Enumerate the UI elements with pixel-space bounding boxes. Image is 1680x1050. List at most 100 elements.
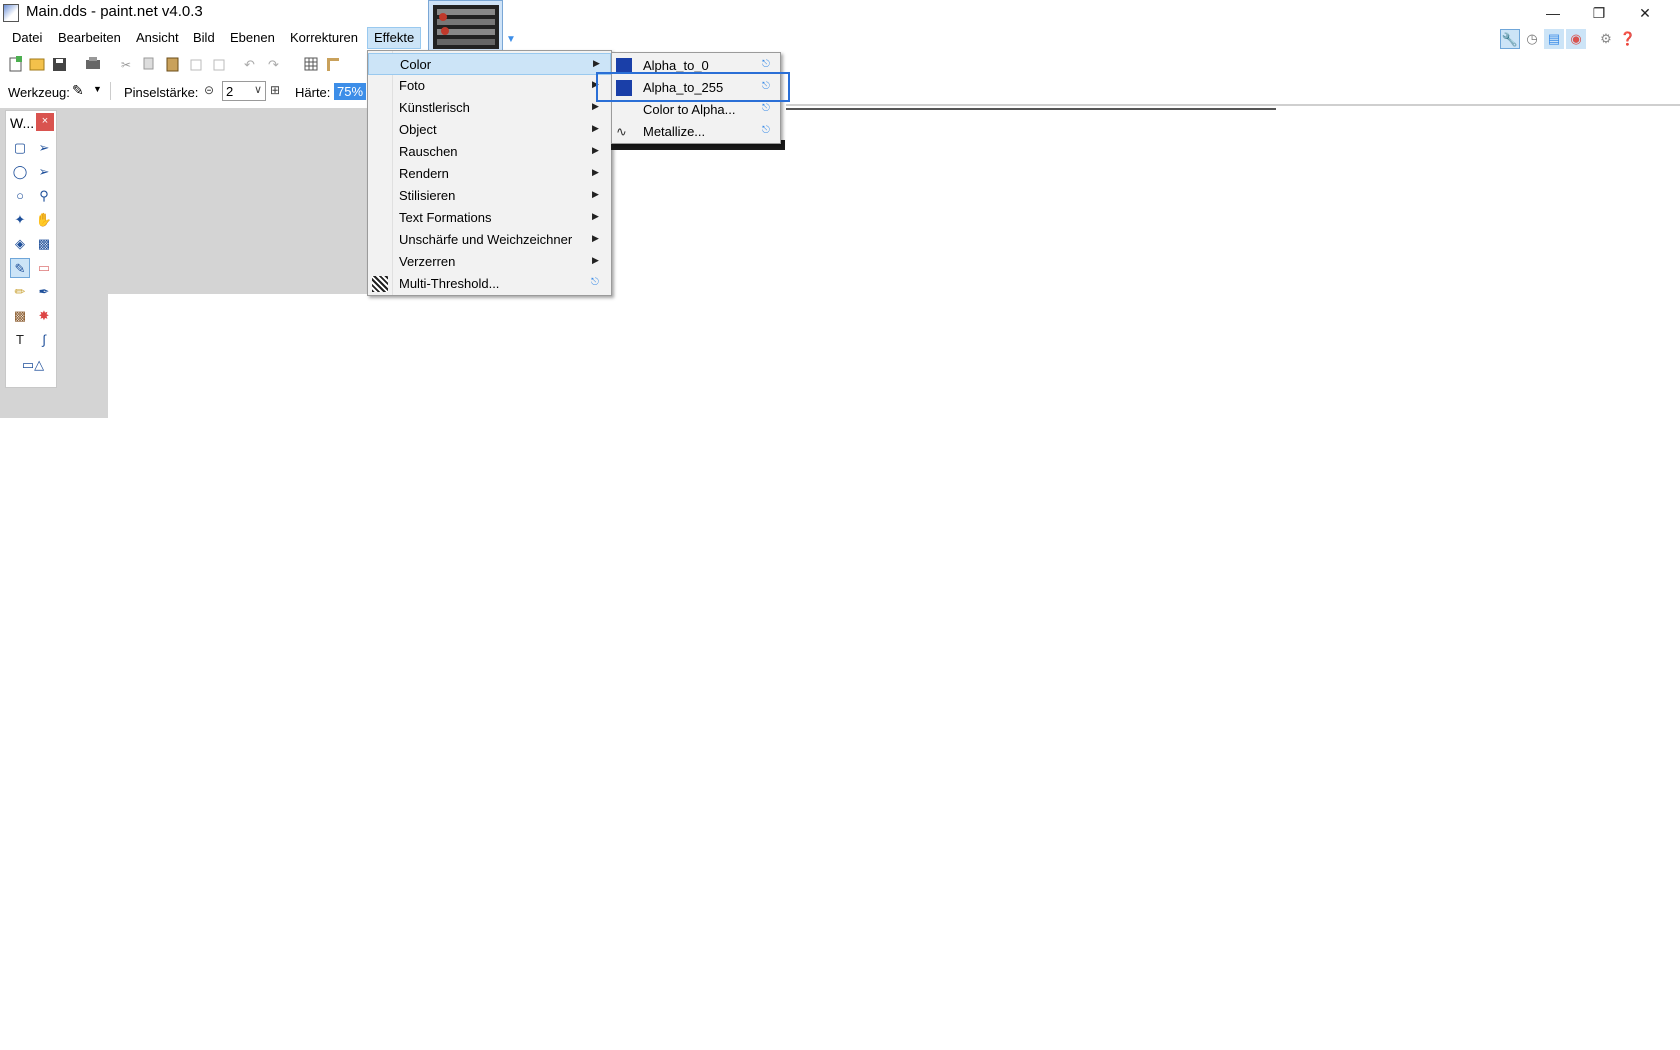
menu-korrekturen[interactable]: Korrekturen <box>290 30 358 45</box>
effects-menu-item-foto[interactable]: Foto ▶ <box>368 75 611 97</box>
increase-icon[interactable]: ⊞ <box>270 83 280 97</box>
plugin-icon: ⎋ <box>591 277 599 288</box>
pencil-icon[interactable]: ✏ <box>10 282 30 302</box>
effects-menu-item-kuenstlerisch[interactable]: Künstlerisch ▶ <box>368 97 611 119</box>
effects-menu-item-object[interactable]: Object ▶ <box>368 119 611 141</box>
metallize-icon: ∿ <box>616 124 627 139</box>
app-icon[interactable] <box>3 4 19 22</box>
settings-gear-icon[interactable]: ⚙ <box>1596 29 1616 49</box>
brush-size-label: Pinselstärke: <box>124 85 199 100</box>
rectangle-select-icon[interactable]: ▢ <box>10 138 30 158</box>
menu-item-label: Stilisieren <box>399 188 456 203</box>
menu-bild[interactable]: Bild <box>193 30 215 45</box>
menu-item-label: Künstlerisch <box>399 100 470 115</box>
canvas-edge <box>786 108 1276 110</box>
layers-icon[interactable]: ▤ <box>1544 29 1564 49</box>
submenu-item-label: Metallize... <box>643 124 706 139</box>
effects-menu-item-rauschen[interactable]: Rauschen ▶ <box>368 141 611 163</box>
submenu-arrow-icon: ▶ <box>592 255 599 265</box>
tools-close-button[interactable]: × <box>36 113 54 131</box>
menu-item-label: Verzerren <box>399 254 456 269</box>
help-icon[interactable]: ❓ <box>1618 29 1638 49</box>
recolor-icon[interactable]: ✸ <box>34 306 54 326</box>
close-button[interactable]: ✕ <box>1622 0 1668 26</box>
window-title: Main.dds - paint.net v4.0.3 <box>26 3 203 20</box>
submenu-item-label: Alpha_to_0 <box>643 58 709 73</box>
menu-item-label: Object <box>399 122 437 137</box>
effects-menu-item-multi-threshold[interactable]: Multi-Threshold... ⎋ <box>368 273 611 295</box>
submenu-arrow-icon: ▶ <box>592 123 599 133</box>
image-thumbnail <box>433 5 499 49</box>
plugin-icon: ⎋ <box>762 103 770 114</box>
brush-size-value: 2 <box>226 84 234 99</box>
color-picker-icon[interactable]: ✒ <box>34 282 54 302</box>
magic-wand-icon[interactable]: ✦ <box>10 210 30 230</box>
plugin-icon: ⎋ <box>762 59 770 70</box>
menu-item-label: Color <box>400 57 432 72</box>
gradient-icon[interactable]: ▩ <box>34 234 54 254</box>
zoom-icon[interactable]: ⚲ <box>34 186 54 206</box>
decrease-icon[interactable]: ⊝ <box>204 83 214 97</box>
tools-window-title: W... <box>10 115 35 131</box>
effects-menu-item-unschaerfe[interactable]: Unschärfe und Weichzeichner ▶ <box>368 229 611 251</box>
svg-text:↷: ↷ <box>268 57 279 72</box>
paintbrush-icon[interactable]: ✎ <box>10 258 30 278</box>
effects-menu-item-rendern[interactable]: Rendern ▶ <box>368 163 611 185</box>
submenu-arrow-icon: ▶ <box>593 58 600 68</box>
menu-ebenen[interactable]: Ebenen <box>230 30 275 45</box>
tools-window: W... × ▢ ➢ ◯ ➢ ○ ⚲ ✦ ✋ ◈ ▩ ✎ ▭ ✏ ✒ ▩ ✸ T… <box>5 110 57 388</box>
move-selection-icon[interactable]: ➢ <box>34 138 54 158</box>
hardness-input[interactable]: 75% <box>334 83 367 100</box>
submenu-arrow-icon: ▶ <box>592 167 599 177</box>
keyboard-focus-rect <box>596 72 790 102</box>
svg-text:✂: ✂ <box>121 58 131 72</box>
move-selected-icon[interactable]: ➢ <box>34 162 54 182</box>
effects-menu-item-text-formations[interactable]: Text Formations ▶ <box>368 207 611 229</box>
color-submenu-item-color-to-alpha[interactable]: Color to Alpha... ⎋ <box>612 99 780 121</box>
tool-dropdown-icon[interactable]: ▼ <box>93 84 102 94</box>
menu-ansicht[interactable]: Ansicht <box>136 30 179 45</box>
history-icon[interactable]: ◷ <box>1522 29 1542 49</box>
color-submenu-item-metallize[interactable]: ∿ Metallize... ⎋ <box>612 121 780 143</box>
lasso-select-icon[interactable]: ◯ <box>10 162 30 182</box>
minimize-button[interactable]: — <box>1530 0 1576 26</box>
shapes-icon[interactable]: ▭△ <box>16 355 50 375</box>
tools-window-toggle-icon[interactable]: 🔧 <box>1500 29 1520 49</box>
menu-datei[interactable]: Datei <box>12 30 42 45</box>
image-tab-dropdown-icon[interactable]: ▼ <box>506 34 516 45</box>
plugin-icon: ⎋ <box>762 125 770 136</box>
eraser-icon[interactable]: ▭ <box>34 258 54 278</box>
submenu-item-label: Color to Alpha... <box>643 102 736 117</box>
chevron-down-icon[interactable]: ∨ <box>254 83 262 96</box>
brush-size-input[interactable]: 2 ∨ <box>222 81 266 101</box>
multi-threshold-icon <box>372 276 388 292</box>
text-icon[interactable]: T <box>10 330 30 350</box>
effects-menu-item-stilisieren[interactable]: Stilisieren ▶ <box>368 185 611 207</box>
submenu-arrow-icon: ▶ <box>592 211 599 221</box>
menu-bearbeiten[interactable]: Bearbeiten <box>58 30 121 45</box>
menu-effekte[interactable]: Effekte <box>374 30 414 45</box>
separator <box>110 82 111 100</box>
canvas-divider <box>786 104 1680 106</box>
clone-stamp-icon[interactable]: ▩ <box>10 306 30 326</box>
effects-menu: Color ▶ Foto ▶ Künstlerisch ▶ Object ▶ R… <box>367 50 612 296</box>
menu-item-label: Foto <box>399 78 426 93</box>
colors-icon[interactable]: ◉ <box>1566 29 1586 49</box>
menu-item-label: Rauschen <box>399 144 458 159</box>
svg-text:↶: ↶ <box>244 57 255 72</box>
image-tab[interactable] <box>428 0 503 52</box>
menu-item-label: Rendern <box>399 166 449 181</box>
restore-button[interactable]: ❐ <box>1576 0 1622 26</box>
submenu-arrow-icon: ▶ <box>592 101 599 111</box>
pan-icon[interactable]: ✋ <box>34 210 54 230</box>
paint-bucket-icon[interactable]: ◈ <box>10 234 30 254</box>
ellipse-select-icon[interactable]: ○ <box>10 186 30 206</box>
submenu-arrow-icon: ▶ <box>592 233 599 243</box>
menu-item-label: Unschärfe und Weichzeichner <box>399 232 573 247</box>
effects-menu-item-color[interactable]: Color ▶ <box>368 53 611 75</box>
submenu-arrow-icon: ▶ <box>592 189 599 199</box>
brush-tool-icon[interactable]: ✎ <box>72 82 84 99</box>
submenu-arrow-icon: ▶ <box>592 145 599 155</box>
effects-menu-item-verzerren[interactable]: Verzerren ▶ <box>368 251 611 273</box>
line-curve-icon[interactable]: ∫ <box>34 330 54 350</box>
